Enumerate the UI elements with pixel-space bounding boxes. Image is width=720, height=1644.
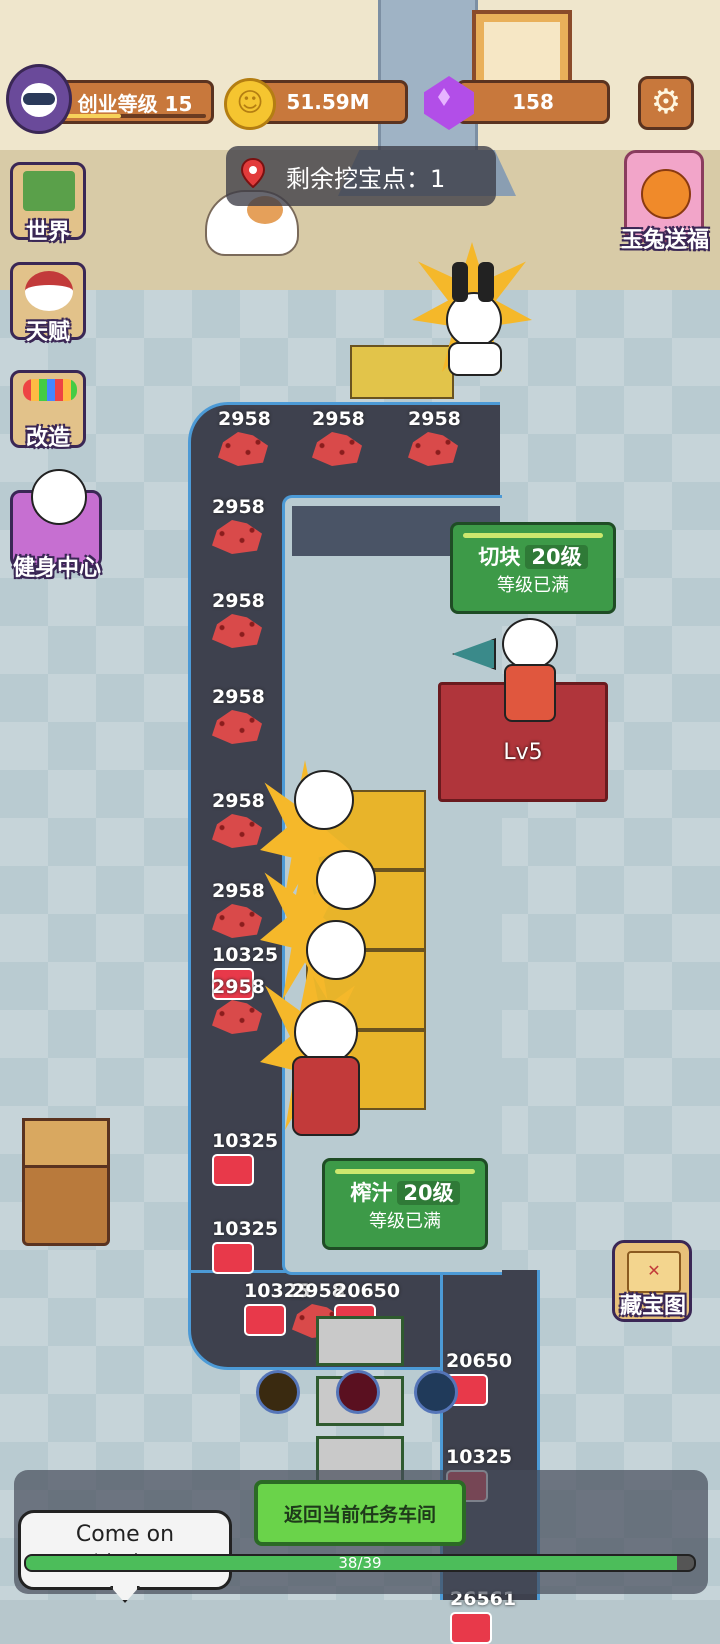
task-progress-text: 38/39 (338, 1554, 382, 1572)
dig-points-label: 剩余挖宝点：1 (286, 164, 446, 193)
speech-line-1: Come on (75, 1522, 175, 1547)
belt-item: 2958 (212, 496, 265, 554)
melon-chunks-icon (212, 814, 262, 848)
return-button-label: 返回当前任务车间 (283, 1503, 436, 1526)
rabbit-cap-icon (25, 271, 73, 311)
juice-station-name: 榨汁 (350, 1181, 393, 1205)
remaining-dig-points: 剩余挖宝点：1 (226, 146, 496, 206)
product-icon-melon-seeds[interactable] (414, 1370, 458, 1414)
rabbit-mooncake-icon (641, 169, 691, 219)
melon-chunks-icon (212, 1000, 262, 1034)
belt-item-count: 2958 (212, 790, 265, 812)
belt-item-count: 2958 (212, 496, 265, 518)
cut-station-name: 切块 (478, 545, 521, 569)
gear-icon: ⚙ (650, 82, 682, 122)
business-level-label: 创业等级 15 (77, 91, 193, 116)
talent-label: 天赋 (25, 320, 70, 345)
melon-chunks-icon (212, 614, 262, 648)
juice-box-icon (244, 1304, 286, 1336)
belt-item-count: 2958 (408, 408, 461, 430)
belt-item: 2958 (212, 590, 265, 648)
cut-station-level: 20级 (525, 545, 588, 569)
juice-station-status: 等级已满 (369, 1211, 441, 1232)
melon-chunks-icon (218, 432, 268, 466)
treasure-map-label: 藏宝图 (619, 1294, 686, 1319)
belt-item-count: 2958 (212, 686, 265, 708)
belt-item-count: 20650 (334, 1280, 401, 1302)
belt-item-count: 2958 (212, 880, 265, 902)
world-map-icon (23, 171, 75, 211)
belt-item-count: 2958 (212, 590, 265, 612)
product-icon-melon-chunks[interactable] (336, 1370, 380, 1414)
belt-item: 2958 (212, 976, 265, 1034)
belt-item: 2958 (212, 880, 265, 938)
belt-item-count: 10325 (446, 1446, 513, 1468)
treasure-map-icon: ✕ (627, 1251, 681, 1293)
belt-item: 10325 (212, 1130, 278, 1186)
wall-pillar (378, 0, 478, 150)
belt-item-count: 10325 (212, 944, 279, 966)
melon-chunks-icon (212, 710, 262, 744)
belt-item: 2958 (212, 790, 265, 848)
belt-item-count: 2958 (312, 408, 365, 430)
juicer-worker-group[interactable] (260, 740, 430, 1140)
coin-icon: ☺ (224, 78, 276, 130)
gym-label: 健身中心 (12, 556, 101, 581)
product-icon-juice-box[interactable] (256, 1370, 300, 1414)
cut-station-sign[interactable]: 切块 20级 等级已满 (450, 522, 616, 614)
rabbit-manager[interactable] (452, 608, 564, 722)
belt-item: 2958 (312, 408, 365, 466)
belt-item-count: 2958 (212, 976, 265, 998)
jade-rabbit-blessing-label: 玉兔送福 (620, 228, 709, 253)
paint-roller-icon (23, 379, 77, 401)
belt-item: 2958 (218, 408, 271, 466)
belt-item: 26561 (450, 1588, 516, 1644)
world-label: 世界 (25, 220, 70, 245)
return-to-task-workshop-button[interactable]: 返回当前任务车间 (254, 1480, 466, 1546)
melon-chunks-icon (312, 432, 362, 466)
juice-box-icon (212, 1242, 254, 1274)
juice-box-icon (450, 1612, 492, 1644)
reform-label: 改造 (25, 426, 70, 451)
juice-station-sign[interactable]: 榨汁 20级 等级已满 (322, 1158, 488, 1250)
belt-item-count: 20650 (446, 1350, 513, 1372)
coin-amount: 51.59M (286, 90, 370, 114)
belt-item-count: 10325 (212, 1218, 279, 1240)
belt-item: 2958 (212, 686, 265, 744)
fitness-rabbit-icon (31, 469, 87, 525)
counter-level: Lv5 (503, 740, 543, 765)
belt-item-count: 2958 (218, 408, 271, 430)
gem-balance-bar[interactable]: 158 (456, 80, 610, 124)
cut-station-status: 等级已满 (497, 575, 569, 596)
location-pin-icon (240, 158, 266, 188)
player-avatar[interactable] (6, 64, 72, 134)
belt-item: 10325 (212, 1218, 278, 1274)
wooden-chair (22, 1118, 110, 1246)
juice-station-level: 20级 (397, 1181, 460, 1205)
belt-item: 2958 (408, 408, 461, 466)
melon-chunks-icon (212, 520, 262, 554)
gem-amount: 158 (512, 90, 554, 114)
settings-button[interactable]: ⚙ (638, 76, 694, 130)
rabbit-worker-boosted[interactable] (412, 242, 532, 376)
melon-chunks-icon (408, 432, 458, 466)
juice-box-icon (212, 1154, 254, 1186)
melon-chunks-icon (212, 904, 262, 938)
belt-item-count: 10325 (212, 1130, 279, 1152)
